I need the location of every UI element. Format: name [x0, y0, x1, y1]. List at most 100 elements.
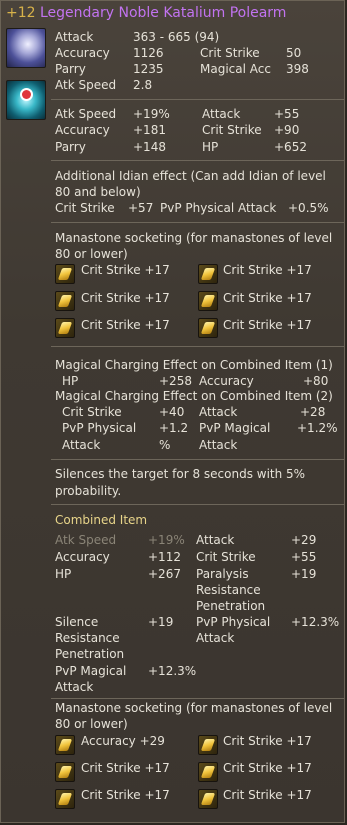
manastone-icon[interactable] — [198, 291, 218, 311]
stat-value: +28 — [300, 405, 326, 419]
idian-heading: 80 and below) — [55, 185, 141, 199]
manastone-icon[interactable] — [55, 264, 75, 284]
stat-label: Crit Strike — [202, 123, 262, 137]
stat-label: Accuracy — [55, 46, 110, 60]
divider — [51, 346, 344, 347]
manastone-heading: 80 or lower) — [55, 717, 128, 731]
appearance-icon[interactable] — [6, 80, 46, 120]
manastone-icon[interactable] — [198, 264, 218, 284]
stat-label: Parry — [55, 62, 86, 76]
stat-label: Crit Strike — [62, 405, 122, 419]
manastone-icon[interactable] — [198, 762, 218, 782]
manastone-slot: Crit Strike +17 — [81, 318, 170, 332]
stat-label: Accuracy — [55, 123, 110, 137]
stat-label: Attack — [196, 533, 235, 547]
stat-value: +80 — [303, 374, 329, 388]
stat-value: +112 — [148, 550, 181, 564]
stat-value: +258 — [159, 374, 192, 388]
stat-value: 1235 — [133, 62, 164, 76]
stat-value: 1126 — [133, 46, 164, 60]
stat-label: Attack — [55, 30, 94, 44]
stat-value: +19 — [291, 567, 317, 581]
stat-value: 2.8 — [133, 78, 153, 92]
stat-value: +1.2 — [159, 421, 189, 435]
stat-label: Penetration — [196, 599, 266, 613]
stat-value: +12.3% — [291, 615, 340, 629]
divider — [51, 99, 344, 100]
stat-value: +55 — [274, 107, 300, 121]
stat-label: Attack — [202, 107, 241, 121]
divider — [51, 504, 344, 505]
stat-label: Penetration — [55, 647, 125, 661]
stat-label: Crit Strike — [200, 46, 260, 60]
stat-value: +40 — [159, 405, 185, 419]
stat-label: Attack — [196, 631, 235, 645]
polearm-icon[interactable] — [6, 28, 46, 68]
stat-label: PvP Magical — [199, 421, 271, 435]
manastone-icon[interactable] — [198, 318, 218, 338]
stat-label: PvP Physical — [62, 421, 137, 435]
effect-text: probability. — [55, 484, 122, 498]
stat-label: Accuracy — [55, 550, 110, 564]
manastone-icon[interactable] — [55, 318, 75, 338]
stat-label: Atk Speed — [55, 78, 117, 92]
manastone-icon[interactable] — [198, 789, 218, 809]
charging-heading: Magical Charging Effect on Combined Item… — [55, 358, 333, 372]
manastone-slot: Crit Strike +17 — [81, 291, 170, 305]
manastone-slot: Crit Strike +17 — [81, 788, 170, 802]
stat-label: PvP Physical Attack — [160, 201, 277, 215]
stat-label: Attack — [55, 680, 94, 694]
stat-value: +19% — [148, 533, 185, 547]
stat-label: Atk Speed — [55, 533, 117, 547]
stat-label: Crit Strike — [55, 201, 115, 215]
divider — [51, 459, 344, 460]
stat-label: Silence — [55, 615, 99, 629]
stat-value: +12.3% — [148, 664, 197, 678]
divider — [51, 698, 344, 699]
manastone-slot: Crit Strike +17 — [223, 734, 312, 748]
manastone-heading: 80 or lower) — [55, 247, 128, 261]
item-tooltip: +12 Legendary Noble Katalium Polearm Att… — [0, 0, 345, 823]
stat-value: 398 — [286, 62, 309, 76]
stat-label: Accuracy — [199, 374, 254, 388]
stat-label: Attack — [199, 438, 238, 452]
stat-value: +55 — [291, 550, 317, 564]
manastone-slot: Crit Strike +17 — [223, 291, 312, 305]
stat-label: Atk Speed — [55, 107, 117, 121]
stat-label: Resistance — [55, 631, 120, 645]
manastone-icon[interactable] — [55, 789, 75, 809]
combined-heading: Combined Item — [55, 513, 148, 527]
stat-label: HP — [55, 567, 72, 581]
stat-label: PvP Magical — [55, 664, 127, 678]
stat-value: +267 — [148, 567, 181, 581]
manastone-slot: Crit Strike +17 — [223, 761, 312, 775]
stat-label: Crit Strike — [196, 550, 256, 564]
manastone-icon[interactable] — [198, 735, 218, 755]
stat-value: +57 — [128, 201, 154, 215]
manastone-slot: Crit Strike +17 — [223, 263, 312, 277]
manastone-heading: Manastone socketing (for manastones of l… — [55, 701, 333, 715]
stat-value: +0.5% — [288, 201, 329, 215]
manastone-icon[interactable] — [55, 291, 75, 311]
item-title: +12 Legendary Noble Katalium Polearm — [6, 5, 286, 21]
stat-label: Attack — [199, 405, 238, 419]
divider — [51, 222, 344, 223]
manastone-slot: Crit Strike +17 — [223, 318, 312, 332]
stat-value: +652 — [274, 140, 307, 154]
stat-value: 50 — [286, 46, 302, 60]
idian-heading: Additional Idian effect (Can add Idian o… — [55, 169, 326, 183]
stat-label: Parry — [55, 140, 86, 154]
effect-text: Silences the target for 8 seconds with 5… — [55, 467, 306, 481]
manastone-slot: Crit Strike +17 — [81, 761, 170, 775]
stat-value: +90 — [274, 123, 300, 137]
stat-label: HP — [62, 374, 79, 388]
stat-value: +1.2% — [297, 421, 338, 435]
stat-label: Magical Acc — [200, 62, 271, 76]
manastone-icon[interactable] — [55, 735, 75, 755]
charging-heading: Magical Charging Effect on Combined Item… — [55, 389, 333, 403]
stat-value: +181 — [133, 123, 166, 137]
stat-label: HP — [202, 140, 219, 154]
manastone-icon[interactable] — [55, 762, 75, 782]
stat-label: Paralysis — [196, 567, 249, 581]
item-name: Legendary Noble Katalium Polearm — [40, 5, 287, 21]
